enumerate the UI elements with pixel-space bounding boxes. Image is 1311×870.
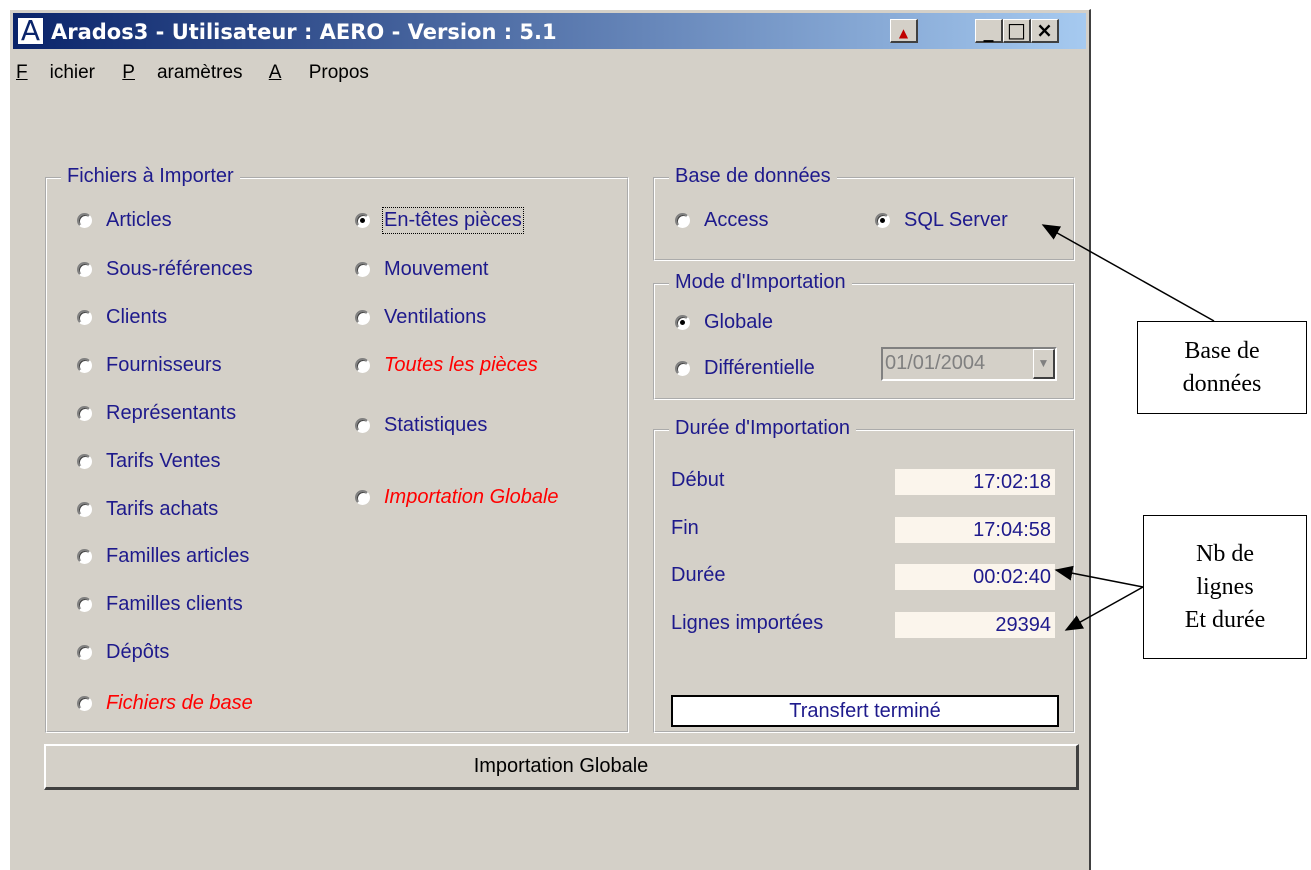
arrow-db xyxy=(1041,224,1215,322)
arrow-lignes xyxy=(1064,586,1144,631)
callout-arrows xyxy=(1041,224,1215,631)
arrow-duree xyxy=(1054,565,1144,588)
